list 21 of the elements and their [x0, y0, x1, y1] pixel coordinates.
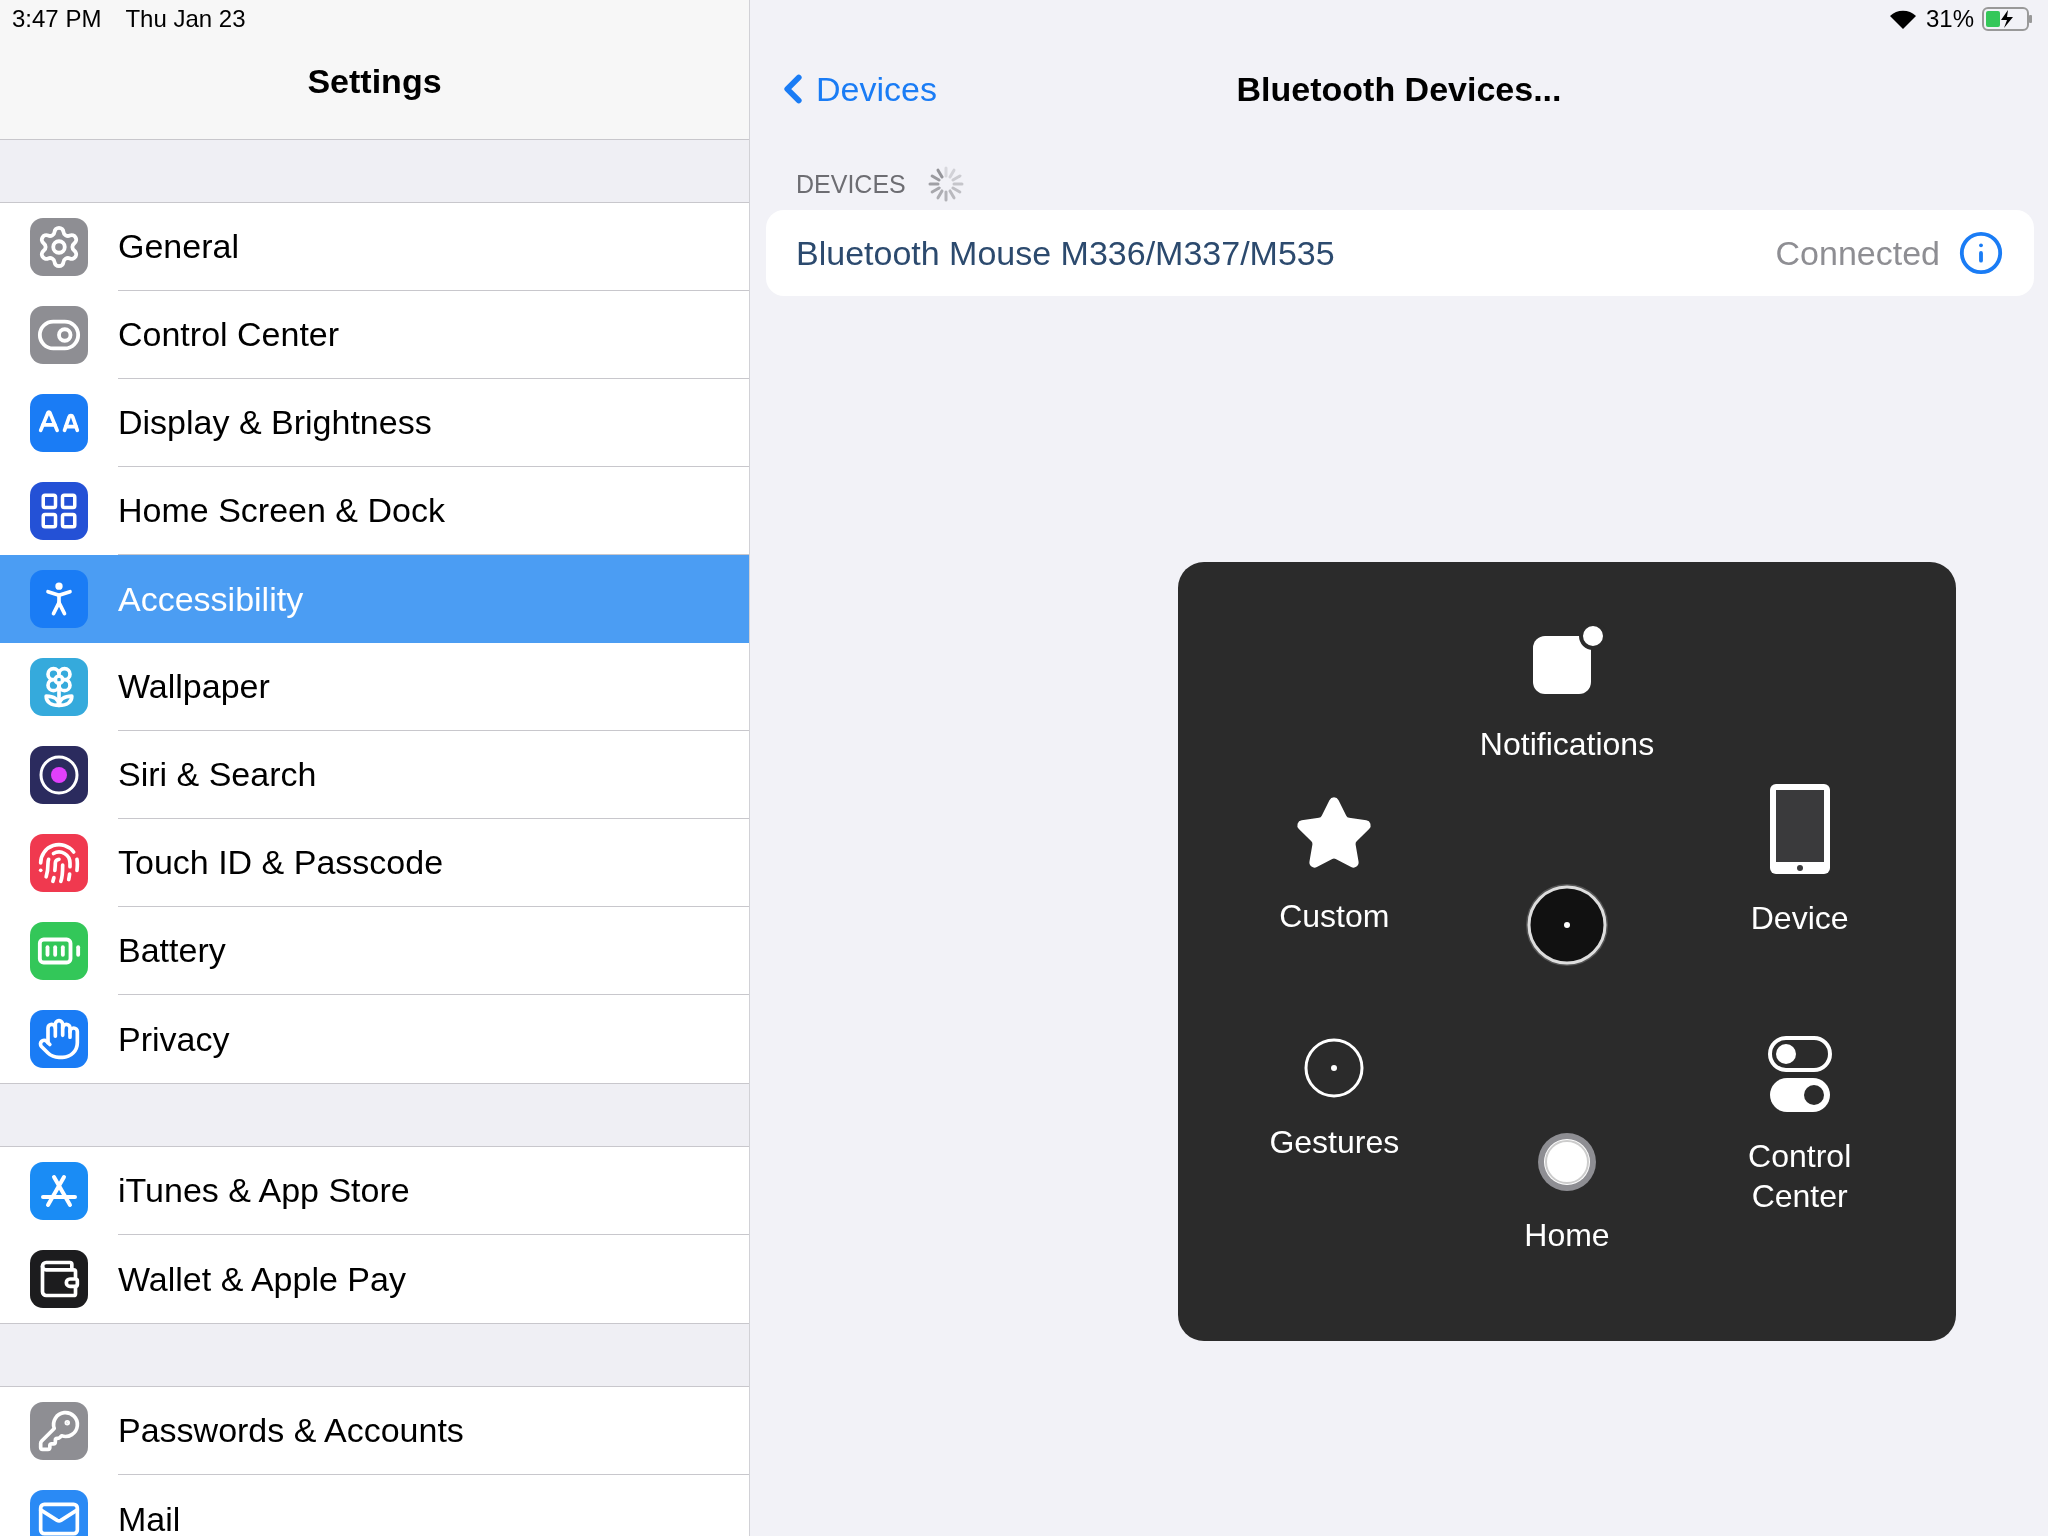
menu-item[interactable]: Gestures	[1234, 1036, 1435, 1162]
menu-item[interactable]: Device	[1699, 782, 1900, 938]
toggles-icon	[1767, 1036, 1832, 1114]
status-time: 3:47 PM	[12, 5, 102, 33]
device-status: Connected	[1775, 233, 1940, 273]
page-title: Bluetooth Devices...	[1236, 70, 1562, 109]
device-card[interactable]: Bluetooth Mouse M336/M337/M535 Connected	[766, 210, 2034, 296]
tablet-icon	[1767, 782, 1832, 876]
menu-item[interactable]: Notifications	[1467, 622, 1667, 764]
assistive-touch-icon	[1524, 882, 1610, 968]
back-button[interactable]: Devices	[770, 66, 937, 112]
status-date: Thu Jan 23	[125, 5, 246, 33]
sidebar-title: Settings	[307, 62, 442, 101]
battery-percent: 31%	[1925, 5, 1974, 33]
home-button-icon	[1536, 1131, 1598, 1193]
menu-item[interactable]: Home	[1467, 1131, 1667, 1255]
info-button[interactable]	[1958, 230, 2004, 276]
menu-item[interactable]: Control Center	[1699, 1036, 1900, 1216]
device-name: Bluetooth Mouse M336/M337/M535	[796, 233, 1336, 273]
section-header: DEVICES	[796, 169, 906, 199]
menu-item[interactable]: Custom	[1234, 794, 1435, 936]
